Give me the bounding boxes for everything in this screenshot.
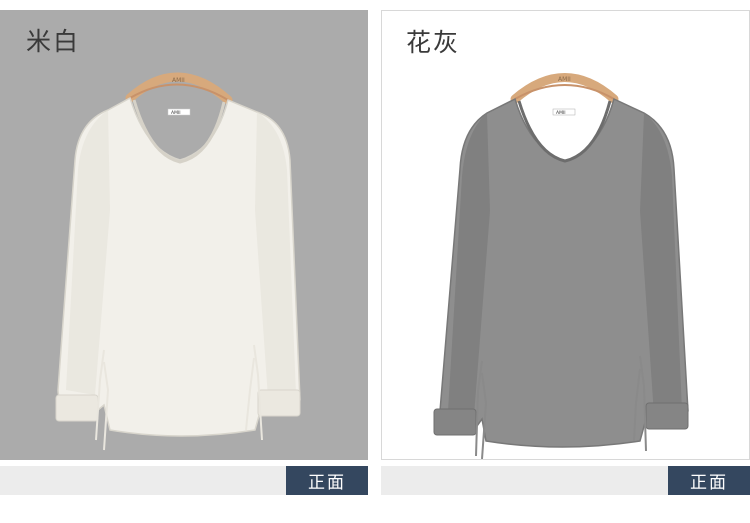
hanger-icon: AMII <box>125 72 233 105</box>
caption-bar-offwhite: 正面 <box>0 466 368 495</box>
sweater-photo-grey: AMII AMII <box>433 73 689 459</box>
hanger-icon: AMII <box>510 73 619 104</box>
svg-text:AMII: AMII <box>556 110 566 116</box>
view-tag-front[interactable]: 正面 <box>286 466 368 495</box>
sweater-photo-offwhite: AMII AMII <box>55 72 301 451</box>
svg-text:AMII: AMII <box>558 76 571 83</box>
product-card-offwhite[interactable]: 米白 AMII AMII <box>0 10 368 460</box>
svg-text:AMII: AMII <box>172 77 185 84</box>
caption-bar-grey: 正面 <box>381 466 750 495</box>
product-card-grey[interactable]: 花灰 AMII AMII <box>381 10 750 460</box>
view-tag-front[interactable]: 正面 <box>668 466 750 495</box>
svg-text:AMII: AMII <box>171 110 181 116</box>
